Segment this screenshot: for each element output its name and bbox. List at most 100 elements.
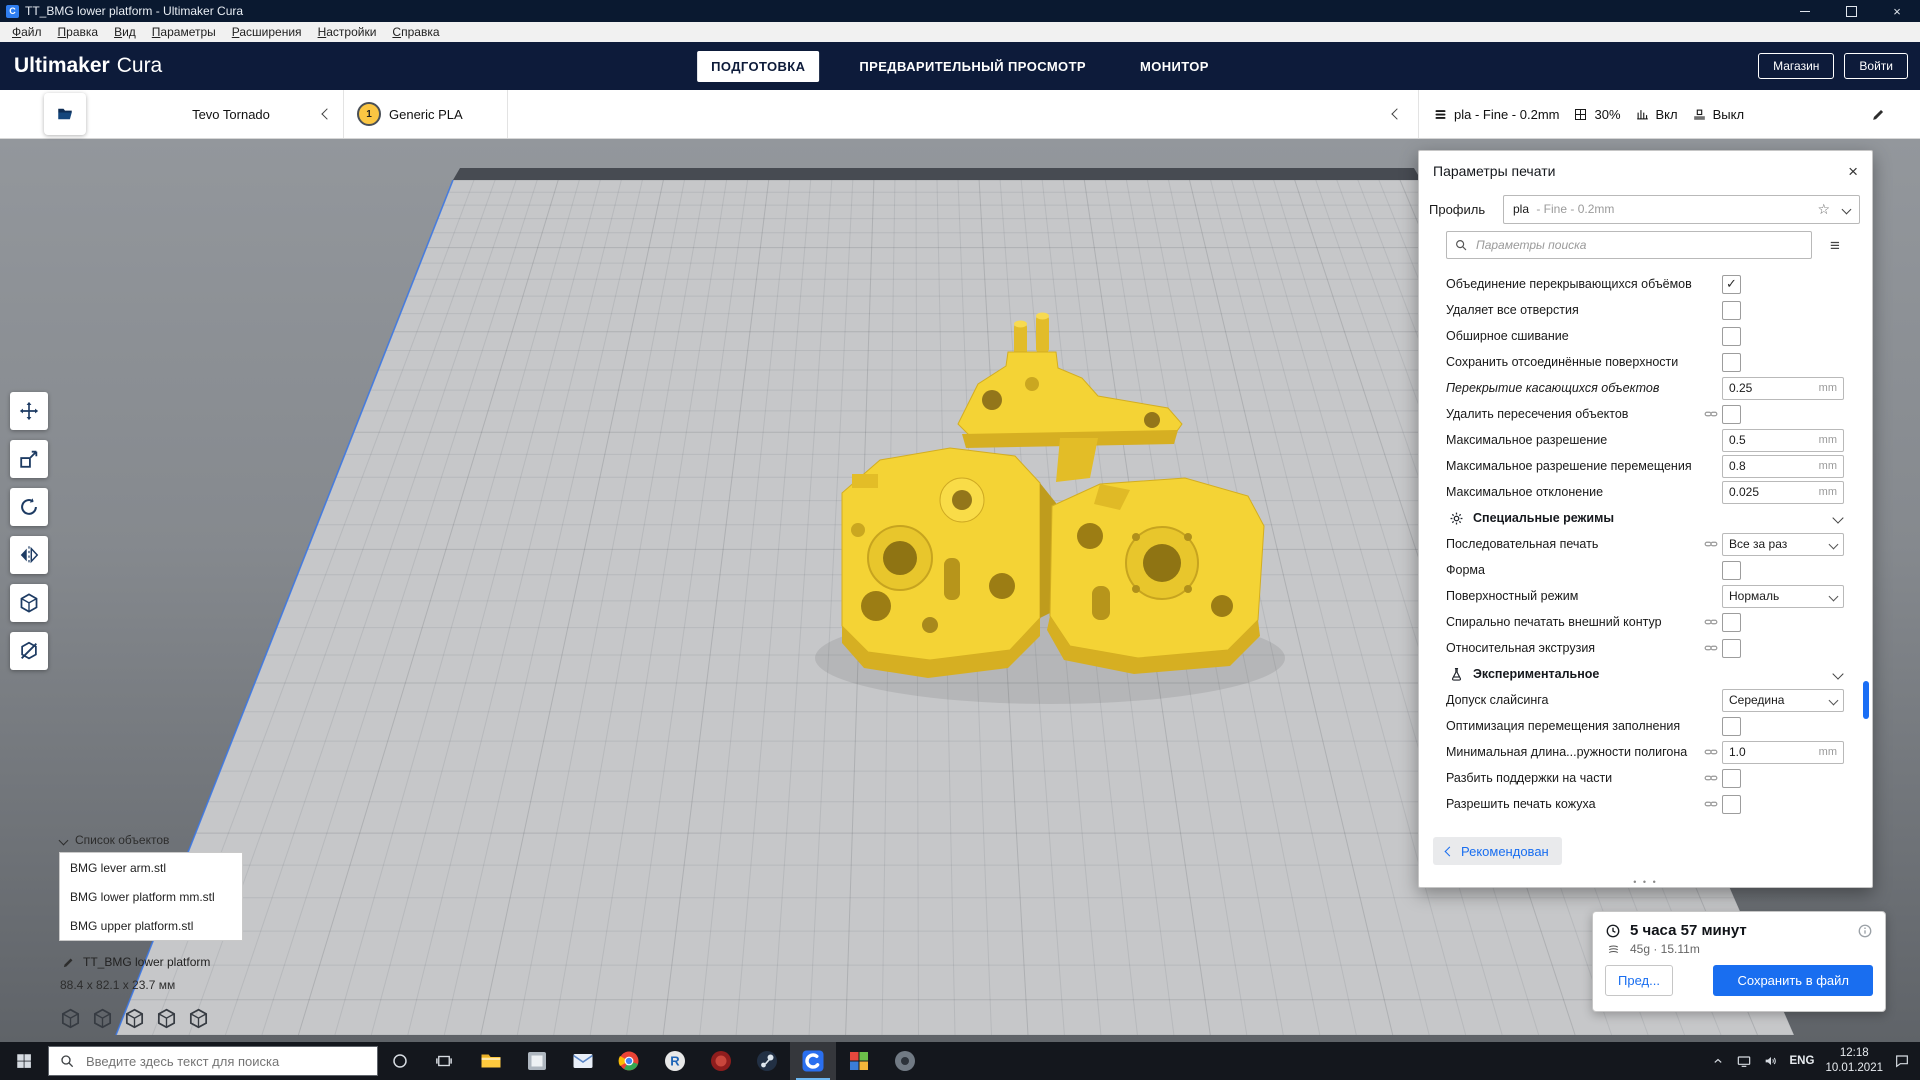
volume-icon[interactable]	[1763, 1053, 1779, 1069]
printer-selector[interactable]: Tevo Tornado	[119, 90, 344, 138]
object-list-item[interactable]: BMG lever arm.stl	[60, 853, 242, 882]
menu-item-1[interactable]: Правка	[50, 25, 107, 39]
taskbar-app-system-app[interactable]	[514, 1042, 560, 1080]
menu-item-0[interactable]: Файл	[4, 25, 50, 39]
scrollbar-thumb[interactable]	[1863, 681, 1869, 719]
tray-expand-icon[interactable]	[1711, 1054, 1725, 1068]
setting-checkbox[interactable]	[1722, 561, 1741, 580]
tab-monitor[interactable]: МОНИТОР	[1126, 51, 1223, 82]
taskbar-app-mail[interactable]	[560, 1042, 606, 1080]
stage-tabs: ПОДГОТОВКА ПРЕДВАРИТЕЛЬНЫЙ ПРОСМОТР МОНИТО…	[697, 51, 1223, 82]
settings-menu-icon[interactable]: ≡	[1830, 237, 1840, 254]
taskbar-app-red-app[interactable]	[698, 1042, 744, 1080]
setting-checkbox[interactable]	[1722, 353, 1741, 372]
menu-item-6[interactable]: Справка	[384, 25, 447, 39]
close-icon[interactable]: ×	[1848, 163, 1858, 180]
mirror-tool-button[interactable]	[10, 536, 48, 574]
category-label: Специальные режимы	[1473, 511, 1834, 525]
language-indicator[interactable]: ENG	[1790, 1055, 1815, 1067]
maximize-button[interactable]	[1828, 0, 1874, 22]
settings-search[interactable]	[1446, 231, 1812, 259]
save-to-file-button[interactable]: Сохранить в файл	[1713, 965, 1873, 996]
setting-dropdown[interactable]: Все за раз	[1722, 533, 1844, 556]
setting-checkbox[interactable]	[1722, 613, 1741, 632]
open-file-button[interactable]	[44, 93, 86, 135]
taskbar-app-gray-app[interactable]	[882, 1042, 928, 1080]
settings-search-input[interactable]	[1474, 237, 1804, 253]
action-center-icon[interactable]	[1894, 1053, 1910, 1069]
setting-value-input[interactable]: 0.025mm	[1722, 481, 1844, 504]
view-3d-icon[interactable]	[59, 1007, 82, 1030]
setting-value-input[interactable]: 0.25mm	[1722, 377, 1844, 400]
object-list-toggle[interactable]: Список объектов	[60, 833, 169, 847]
link-icon	[1704, 771, 1718, 785]
taskbar-app-file-explorer[interactable]	[468, 1042, 514, 1080]
tray-clock[interactable]: 12:18 10.01.2021	[1825, 1046, 1883, 1076]
object-list-item[interactable]: BMG upper platform.stl	[60, 911, 242, 940]
info-icon[interactable]	[1857, 923, 1873, 939]
task-view-button[interactable]	[422, 1042, 466, 1080]
setting-dropdown[interactable]: Середина	[1722, 689, 1844, 712]
taskbar-search-input[interactable]	[84, 1053, 367, 1070]
scale-tool-button[interactable]	[10, 440, 48, 478]
setting-checkbox[interactable]	[1722, 769, 1741, 788]
recommended-button[interactable]: Рекомендован	[1433, 837, 1562, 865]
menu-item-5[interactable]: Настройки	[310, 25, 385, 39]
support-blocker-tool-button[interactable]	[10, 632, 48, 670]
collapse-settings-icon[interactable]	[1391, 108, 1402, 119]
setting-checkbox[interactable]	[1722, 301, 1741, 320]
start-button[interactable]	[0, 1042, 48, 1080]
model-bmg-lower-platform[interactable]	[842, 448, 1056, 678]
material-selector[interactable]: 1 Generic PLA	[343, 90, 508, 138]
object-list-item[interactable]: BMG lower platform mm.stl	[60, 882, 242, 911]
print-settings-summary[interactable]: pla - Fine - 0.2mm 30% Вкл Выкл	[1418, 90, 1900, 138]
view-front-icon[interactable]	[91, 1007, 114, 1030]
view-top-icon[interactable]	[123, 1007, 146, 1030]
setting-row: Относительная экструзия	[1419, 635, 1872, 661]
setting-row: Минимальная длина...ружности полигона1.0…	[1419, 739, 1872, 765]
job-name-row[interactable]: TT_BMG lower platform	[62, 955, 210, 969]
signin-button[interactable]: Войти	[1844, 53, 1908, 79]
settings-category[interactable]: Экспериментальное	[1419, 661, 1872, 687]
setting-value-input[interactable]: 1.0mm	[1722, 741, 1844, 764]
setting-row: Последовательная печатьВсе за раз	[1419, 531, 1872, 557]
setting-checkbox[interactable]: ✓	[1722, 275, 1741, 294]
setting-checkbox[interactable]	[1722, 405, 1741, 424]
star-icon[interactable]: ☆	[1817, 202, 1830, 216]
setting-dropdown[interactable]: Нормаль	[1722, 585, 1844, 608]
menu-item-2[interactable]: Вид	[106, 25, 144, 39]
view-left-icon[interactable]	[155, 1007, 178, 1030]
resize-handle[interactable]: • • •	[1633, 877, 1657, 887]
network-icon[interactable]	[1736, 1053, 1752, 1069]
setting-checkbox[interactable]	[1722, 717, 1741, 736]
setting-label: Форма	[1446, 563, 1700, 577]
cortana-button[interactable]	[378, 1042, 422, 1080]
close-button[interactable]: ×	[1874, 0, 1920, 22]
profile-dropdown[interactable]: pla - Fine - 0.2mm ☆	[1503, 195, 1860, 224]
tab-prepare[interactable]: ПОДГОТОВКА	[697, 51, 819, 82]
rotate-tool-button[interactable]	[10, 488, 48, 526]
setting-value-input[interactable]: 0.8mm	[1722, 455, 1844, 478]
per-model-settings-tool-button[interactable]	[10, 584, 48, 622]
model-bmg-upper-platform[interactable]	[1047, 478, 1264, 674]
menu-item-3[interactable]: Параметры	[144, 25, 224, 39]
taskbar-app-mosaic-app[interactable]	[836, 1042, 882, 1080]
taskbar-app-cura[interactable]	[790, 1042, 836, 1080]
preview-button[interactable]: Пред...	[1605, 965, 1673, 996]
print-settings-panel: Параметры печати × Профиль pla - Fine - …	[1418, 150, 1873, 888]
setting-checkbox[interactable]	[1722, 639, 1741, 658]
taskbar-app-browser[interactable]	[606, 1042, 652, 1080]
move-tool-button[interactable]	[10, 392, 48, 430]
settings-category[interactable]: Специальные режимы	[1419, 505, 1872, 531]
minimize-button[interactable]	[1782, 0, 1828, 22]
taskbar-app-steam[interactable]	[744, 1042, 790, 1080]
marketplace-button[interactable]: Магазин	[1758, 53, 1834, 79]
menu-item-4[interactable]: Расширения	[224, 25, 310, 39]
taskbar-app-r-app[interactable]: R	[652, 1042, 698, 1080]
setting-value-input[interactable]: 0.5mm	[1722, 429, 1844, 452]
setting-checkbox[interactable]	[1722, 327, 1741, 346]
taskbar-search[interactable]	[48, 1046, 378, 1076]
view-right-icon[interactable]	[187, 1007, 210, 1030]
tab-preview[interactable]: ПРЕДВАРИТЕЛЬНЫЙ ПРОСМОТР	[845, 51, 1100, 82]
setting-checkbox[interactable]	[1722, 795, 1741, 814]
